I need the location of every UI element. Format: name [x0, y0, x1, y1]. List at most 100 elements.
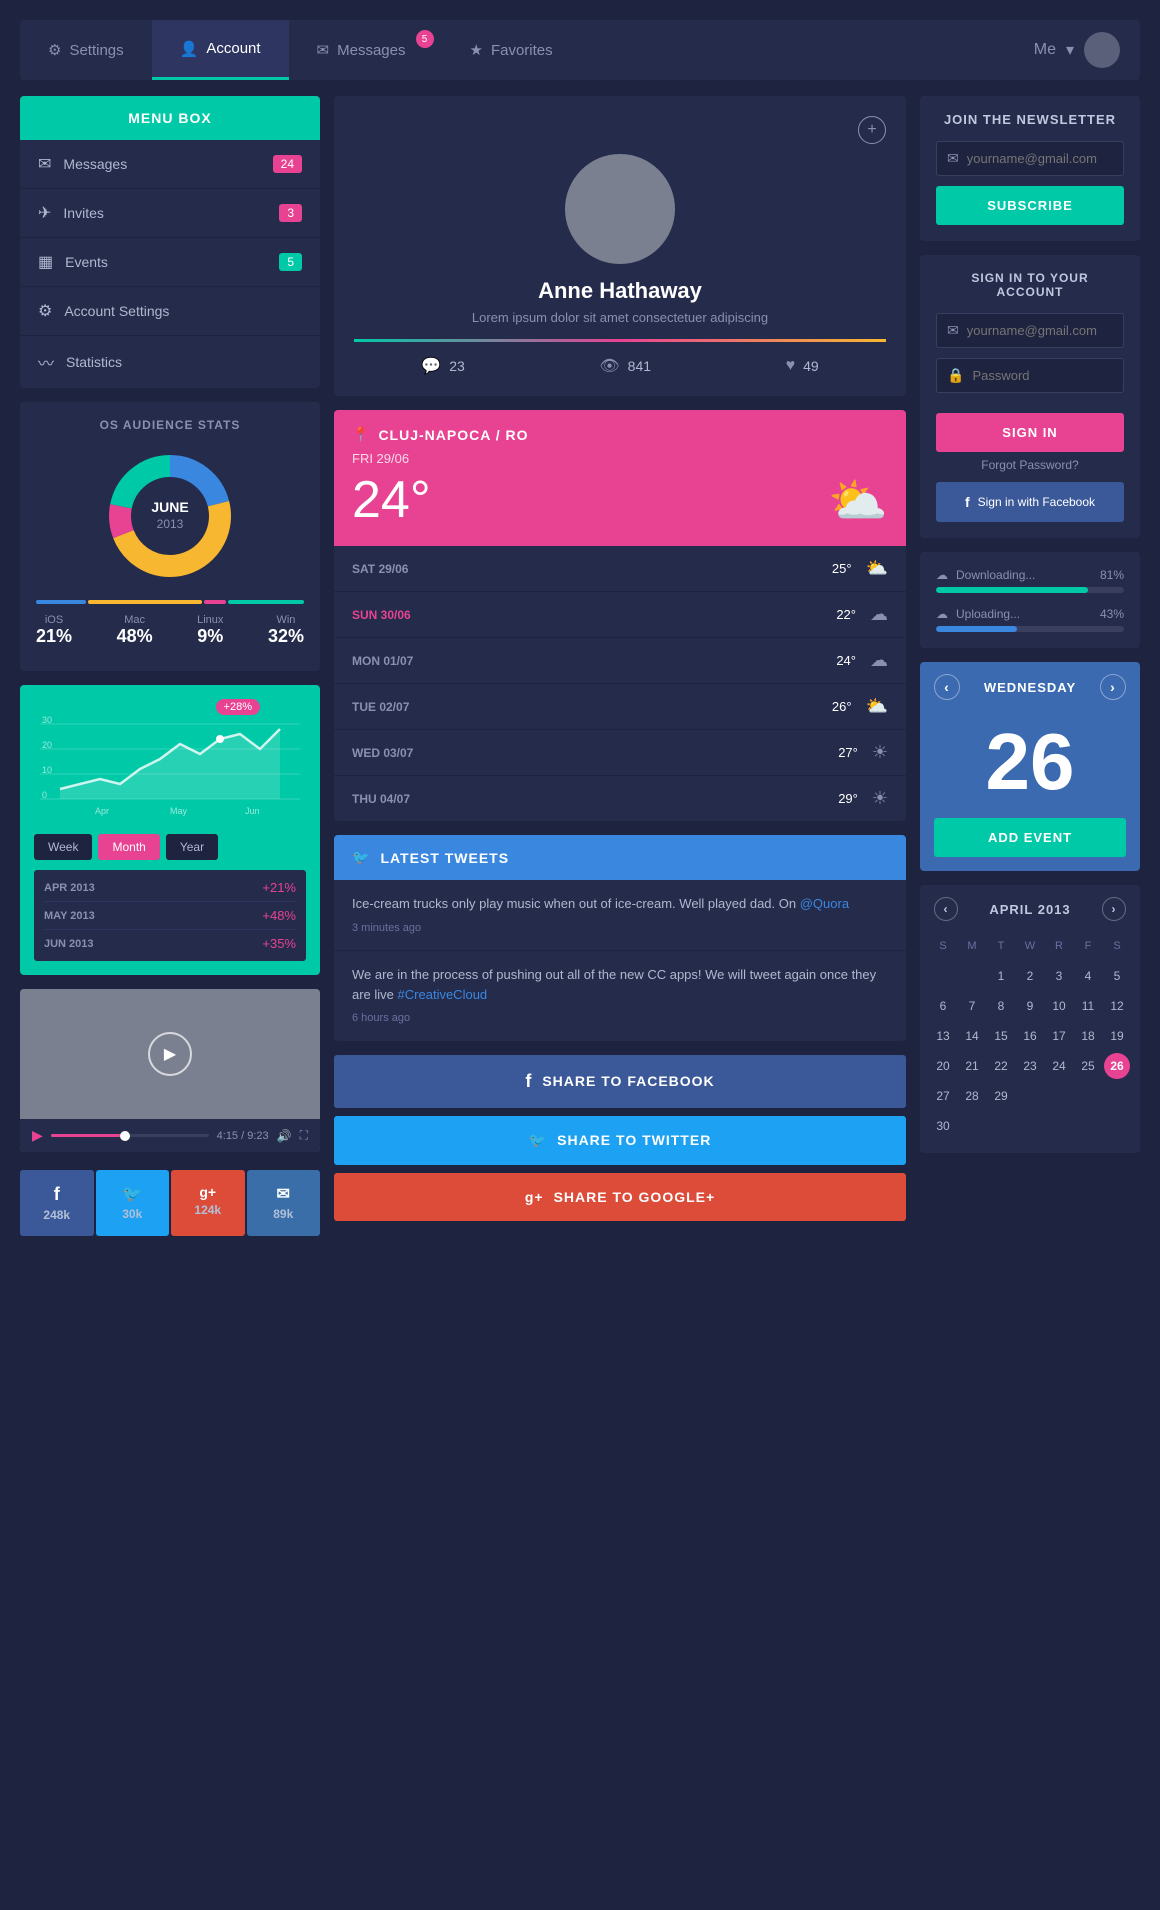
- cal-cell-3[interactable]: 3: [1046, 963, 1072, 989]
- video-progress[interactable]: [51, 1134, 209, 1137]
- cal-cell-12[interactable]: 12: [1104, 993, 1130, 1019]
- play-icon: ▶: [164, 1044, 176, 1064]
- facebook-signin-button[interactable]: f Sign in with Facebook: [936, 482, 1124, 522]
- cal-next-button[interactable]: ›: [1100, 674, 1126, 700]
- cal-cell-28[interactable]: 28: [959, 1083, 985, 1109]
- tab-year[interactable]: Year: [166, 834, 218, 860]
- tweet-link-2[interactable]: #CreativeCloud: [398, 987, 488, 1002]
- share-twitter-button[interactable]: 🐦 SHARE TO TWITTER: [334, 1116, 906, 1165]
- downloads-box: ☁ Downloading... 81% ☁ Uploading... 43%: [920, 552, 1140, 648]
- fullscreen-icon[interactable]: ⛶: [300, 1128, 308, 1143]
- newsletter-title: JOIN THE NEWSLETTER: [936, 112, 1124, 127]
- cal-cell-18[interactable]: 18: [1075, 1023, 1101, 1049]
- share-facebook-button[interactable]: f SHARE TO FACEBOOK: [334, 1055, 906, 1108]
- sidebar-item-account-settings[interactable]: ⚙ Account Settings: [20, 287, 320, 336]
- weather-temp: 24°: [352, 470, 431, 530]
- video-play-icon[interactable]: ▶: [32, 1127, 43, 1144]
- cal-cell-22[interactable]: 22: [988, 1053, 1014, 1079]
- facebook-share-btn[interactable]: f 248k: [20, 1170, 94, 1236]
- cal-cell-16[interactable]: 16: [1017, 1023, 1043, 1049]
- cal-cell-27[interactable]: 27: [930, 1083, 956, 1109]
- views-icon: 👁: [599, 356, 619, 376]
- signin-box: SIGN IN TO YOUR ACCOUNT ✉ 🔒 SIGN IN Forg…: [920, 255, 1140, 538]
- cal-header: ‹ WEDNESDAY ›: [920, 662, 1140, 712]
- volume-icon[interactable]: 🔊: [277, 1129, 292, 1143]
- cal-cell-2[interactable]: 2: [1017, 963, 1043, 989]
- googleplus-share-btn[interactable]: g+ 124k: [171, 1170, 245, 1236]
- dl-bar-1: [936, 587, 1124, 593]
- tab-month[interactable]: Month: [98, 834, 159, 860]
- day-header-t1: T: [988, 933, 1014, 959]
- messages-icon: ✉: [38, 154, 51, 174]
- newsletter-email-group: ✉: [936, 141, 1124, 176]
- signin-email-input[interactable]: [967, 323, 1113, 338]
- signin-password-group: 🔒: [936, 358, 1124, 393]
- dl-bar-fill-1: [936, 587, 1088, 593]
- profile-name: Anne Hathaway: [538, 278, 702, 304]
- cal-cell-empty: -: [930, 963, 956, 989]
- forgot-password-link[interactable]: Forgot Password?: [936, 458, 1124, 472]
- newsletter-email-input[interactable]: [967, 151, 1113, 166]
- cal-cell-23[interactable]: 23: [1017, 1053, 1043, 1079]
- video-time: 4:15 / 9:23: [217, 1130, 269, 1142]
- cal-cell-17[interactable]: 17: [1046, 1023, 1072, 1049]
- cal-cell-19[interactable]: 19: [1104, 1023, 1130, 1049]
- cal-cell-6[interactable]: 6: [930, 993, 956, 1019]
- cal-cell-10[interactable]: 10: [1046, 993, 1072, 1019]
- play-button[interactable]: ▶: [148, 1032, 192, 1076]
- subscribe-button[interactable]: SUBSCRIBE: [936, 186, 1124, 225]
- twitter-share-btn[interactable]: 🐦 30k: [96, 1170, 170, 1236]
- add-event-button[interactable]: ADD EVENT: [934, 818, 1126, 857]
- profile-stats: 💬 23 👁 841 ♥ 49: [354, 356, 886, 376]
- signin-password-input[interactable]: [972, 368, 1113, 383]
- cal-cell-9[interactable]: 9: [1017, 993, 1043, 1019]
- weather-icon-wed: ☀: [872, 742, 888, 763]
- cal-cell-26-today[interactable]: 26: [1104, 1053, 1130, 1079]
- cal-cell-13[interactable]: 13: [930, 1023, 956, 1049]
- mini-cal-prev[interactable]: ‹: [934, 897, 958, 921]
- cal-cell-5[interactable]: 5: [1104, 963, 1130, 989]
- sidebar-item-events[interactable]: ▦ Events 5: [20, 238, 320, 287]
- cal-cell-1[interactable]: 1: [988, 963, 1014, 989]
- cal-cell-20[interactable]: 20: [930, 1053, 956, 1079]
- tab-account[interactable]: 👤 Account: [152, 20, 289, 80]
- day-header-f: F: [1075, 933, 1101, 959]
- profile-avatar: [565, 154, 675, 264]
- tab-settings[interactable]: ⚙ Settings: [20, 20, 152, 80]
- events-icon: ▦: [38, 252, 53, 272]
- add-profile-button[interactable]: +: [858, 116, 886, 144]
- tweet-link-1[interactable]: @Quora: [800, 896, 849, 911]
- likes-icon: ♥: [786, 357, 796, 375]
- signin-button[interactable]: SIGN IN: [936, 413, 1124, 452]
- cal-cell-29[interactable]: 29: [988, 1083, 1014, 1109]
- cal-cell-30[interactable]: 30: [930, 1113, 956, 1139]
- tab-favorites[interactable]: ★ Favorites: [442, 20, 581, 80]
- cal-week-3: 13 14 15 16 17 18 19: [930, 1023, 1130, 1049]
- nav-user-area[interactable]: Me ▾: [1034, 32, 1140, 68]
- email-share-btn[interactable]: ✉ 89k: [247, 1170, 321, 1236]
- cal-cell-4[interactable]: 4: [1075, 963, 1101, 989]
- tab-messages[interactable]: ✉ Messages 5: [289, 20, 442, 80]
- cal-cell-14[interactable]: 14: [959, 1023, 985, 1049]
- cal-cell-25[interactable]: 25: [1075, 1053, 1101, 1079]
- cal-cell-7[interactable]: 7: [959, 993, 985, 1019]
- cal-cell-21[interactable]: 21: [959, 1053, 985, 1079]
- sidebar-item-messages[interactable]: ✉ Messages 24: [20, 140, 320, 189]
- weather-box: 📍 CLUJ-NAPOCA / RO FRI 29/06 24° ⛅ SAT 2…: [334, 410, 906, 821]
- sidebar-item-invites[interactable]: ✈ Invites 3: [20, 189, 320, 238]
- cal-cell-11[interactable]: 11: [1075, 993, 1101, 1019]
- day-header-w: W: [1017, 933, 1043, 959]
- share-googleplus-button[interactable]: g+ SHARE TO GOOGLE+: [334, 1173, 906, 1221]
- dl-label-1: ☁ Downloading... 81%: [936, 568, 1124, 582]
- sidebar-item-statistics[interactable]: 〰 Statistics: [20, 336, 320, 388]
- mini-cal-next[interactable]: ›: [1102, 897, 1126, 921]
- weather-row-sat: SAT 29/06 25° ⛅: [334, 546, 906, 592]
- weather-icon: ⛅: [828, 472, 888, 529]
- mini-calendar: ‹ APRIL 2013 › S M T W R F S - -: [920, 885, 1140, 1153]
- cal-cell-15[interactable]: 15: [988, 1023, 1014, 1049]
- cal-cell-8[interactable]: 8: [988, 993, 1014, 1019]
- cal-cell-24[interactable]: 24: [1046, 1053, 1072, 1079]
- profile-likes-stat: ♥ 49: [786, 356, 819, 376]
- tab-week[interactable]: Week: [34, 834, 92, 860]
- cal-prev-button[interactable]: ‹: [934, 674, 960, 700]
